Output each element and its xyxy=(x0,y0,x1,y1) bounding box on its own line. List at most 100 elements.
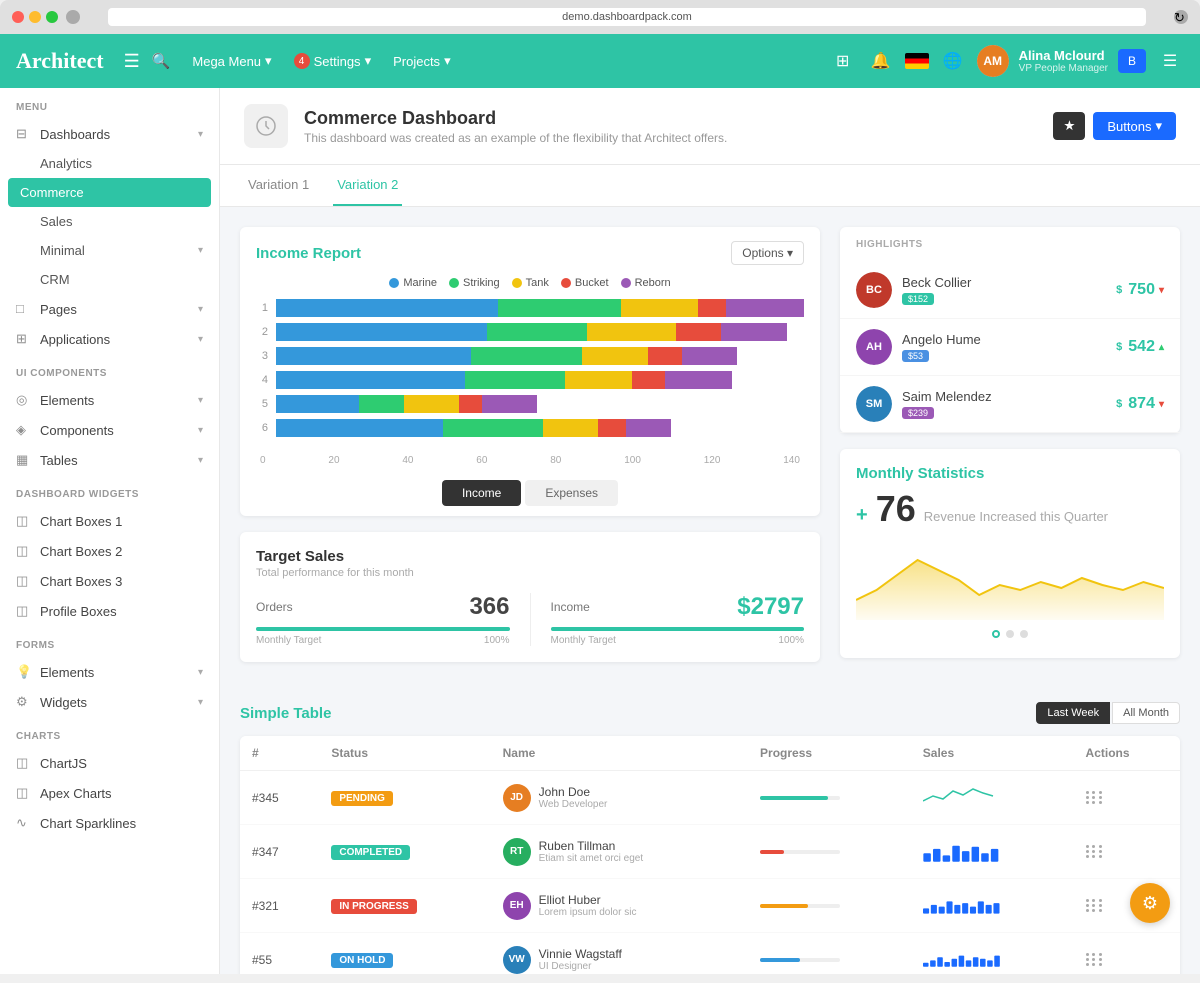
monthly-stats-number: + 76 Revenue Increased this Quarter xyxy=(856,488,1164,530)
filter-all-month[interactable]: All Month xyxy=(1112,702,1180,724)
pages-chevron: ▾ xyxy=(198,304,203,315)
options-button[interactable]: Options ▾ xyxy=(731,241,804,265)
sidebar-item-components[interactable]: ◈ Components ▾ xyxy=(0,415,219,445)
action-dot xyxy=(1086,801,1089,804)
person-cell: EH Elliot Huber Lorem ipsum dolor sic xyxy=(503,892,736,920)
sidebar-item-chart-boxes-2[interactable]: ◫ Chart Boxes 2 xyxy=(0,536,219,566)
action-grid[interactable] xyxy=(1086,845,1104,858)
income-report-card: Income Report Options ▾ Marine Striking xyxy=(240,227,820,516)
bar-rect xyxy=(946,901,952,913)
grid-icon[interactable]: ⊞ xyxy=(829,47,857,75)
gear-fab[interactable]: ⚙ xyxy=(1130,883,1170,923)
dashboards-icon: ⊟ xyxy=(16,126,32,142)
action-dot xyxy=(1086,953,1089,956)
elements-chevron: ▾ xyxy=(198,395,203,406)
tables-label: Tables xyxy=(40,453,78,468)
sidebar-item-elements[interactable]: ◎ Elements ▾ xyxy=(0,385,219,415)
person-avatar: JD xyxy=(503,784,531,812)
carousel-dot-2[interactable] xyxy=(1006,630,1014,638)
income-report-title: Income Report xyxy=(256,245,361,262)
bar-rect xyxy=(993,903,999,913)
sidebar-item-tables[interactable]: ▦ Tables ▾ xyxy=(0,445,219,475)
sidebar-item-analytics[interactable]: Analytics xyxy=(0,149,219,178)
chart-sparklines-label: Chart Sparklines xyxy=(40,816,136,831)
search-icon[interactable]: 🔍 xyxy=(152,52,171,70)
sidebar-item-crm[interactable]: CRM xyxy=(0,265,219,294)
person-role: Lorem ipsum dolor sic xyxy=(539,907,637,918)
table-row: #321IN PROGRESS EH Elliot Huber Lorem ip… xyxy=(240,879,1180,933)
sidebar-item-applications[interactable]: ⊞ Applications ▾ xyxy=(0,324,219,354)
toggle-expenses-button[interactable]: Expenses xyxy=(525,480,618,506)
settings-menu-item[interactable]: 4 Settings ▾ xyxy=(284,47,382,75)
action-dot xyxy=(1092,909,1095,912)
sidebar-item-chart-boxes-1[interactable]: ◫ Chart Boxes 1 xyxy=(0,506,219,536)
navbar-button[interactable]: B xyxy=(1118,49,1146,73)
bar-segment xyxy=(276,371,465,389)
sidebar-item-chart-boxes-3[interactable]: ◫ Chart Boxes 3 xyxy=(0,566,219,596)
bar-rect xyxy=(987,960,993,966)
dot-green xyxy=(46,11,58,23)
highlight-arrow-3: ▾ xyxy=(1159,399,1164,410)
orders-monthly-target: Monthly Target xyxy=(256,635,321,646)
action-grid[interactable] xyxy=(1086,953,1104,966)
carousel-dot-3[interactable] xyxy=(1020,630,1028,638)
sidebar-item-chart-sparklines[interactable]: ∿ Chart Sparklines xyxy=(0,808,219,838)
hamburger-right-icon[interactable]: ☰ xyxy=(1156,47,1184,75)
mega-menu-item[interactable]: Mega Menu ▾ xyxy=(182,47,281,75)
sidebar-item-chartjs[interactable]: ◫ ChartJS xyxy=(0,748,219,778)
browser-refresh-icon[interactable]: ↻ xyxy=(1174,10,1188,24)
bar-segment xyxy=(721,323,788,341)
action-grid[interactable] xyxy=(1086,791,1104,804)
sidebar-item-forms-elements[interactable]: 💡 Elements ▾ xyxy=(0,657,219,687)
flag-icon[interactable] xyxy=(905,53,929,69)
bar-rect xyxy=(942,855,950,861)
sidebar-item-profile-boxes[interactable]: ◫ Profile Boxes xyxy=(0,596,219,626)
person-avatar: RT xyxy=(503,838,531,866)
progress-bar xyxy=(760,958,840,962)
star-button[interactable]: ★ xyxy=(1053,112,1085,140)
sidebar-item-apex-charts[interactable]: ◫ Apex Charts xyxy=(0,778,219,808)
tab-variation2[interactable]: Variation 2 xyxy=(333,165,402,206)
sidebar-item-minimal[interactable]: Minimal ▾ xyxy=(0,236,219,265)
bar-row: 4 xyxy=(256,371,804,389)
sidebar-item-widgets[interactable]: ⚙ Widgets ▾ xyxy=(0,687,219,717)
chart-x-axis: 0 20 40 60 80 100 120 140 xyxy=(240,451,820,470)
monthly-stats-title: Monthly Statistics xyxy=(856,465,1164,482)
mini-chart xyxy=(923,781,1003,811)
toggle-income-button[interactable]: Income xyxy=(442,480,521,506)
dot-red xyxy=(12,11,24,23)
action-dot xyxy=(1092,850,1095,853)
action-grid[interactable] xyxy=(1086,899,1104,912)
legend-label-tank: Tank xyxy=(526,277,549,289)
bar-segment xyxy=(726,299,804,317)
cell-sales xyxy=(911,933,1074,975)
filter-last-week[interactable]: Last Week xyxy=(1036,702,1110,724)
action-dot xyxy=(1092,855,1095,858)
navbar-hamburger[interactable]: ☰ xyxy=(124,51,140,72)
bell-icon[interactable]: 🔔 xyxy=(867,47,895,75)
bar-rect xyxy=(962,903,968,913)
cell-sales xyxy=(911,771,1074,825)
globe-icon[interactable]: 🌐 xyxy=(939,47,967,75)
avatar[interactable]: AM xyxy=(977,45,1009,77)
app-container: Architect ☰ 🔍 Mega Menu ▾ 4 Settings ▾ P… xyxy=(0,34,1200,974)
bar-segment xyxy=(465,371,565,389)
legend-item-striking: Striking xyxy=(449,277,500,289)
bar-segment xyxy=(682,347,738,365)
tab-variation1[interactable]: Variation 1 xyxy=(244,165,313,206)
highlight-amount-3: $ 874 ▾ xyxy=(1116,395,1164,413)
tables-icon: ▦ xyxy=(16,452,32,468)
sidebar-item-sales[interactable]: Sales xyxy=(0,207,219,236)
sidebar-item-commerce[interactable]: Commerce xyxy=(8,178,211,207)
browser-url[interactable]: demo.dashboardpack.com xyxy=(108,8,1146,26)
page-title: Commerce Dashboard xyxy=(304,108,727,129)
sidebar-item-dashboards[interactable]: ⊟ Dashboards ▾ xyxy=(0,119,219,149)
legend-label-marine: Marine xyxy=(403,277,437,289)
chart-sparklines-icon: ∿ xyxy=(16,815,32,831)
buttons-button[interactable]: Buttons ▾ xyxy=(1093,112,1176,140)
cell-name: VW Vinnie Wagstaff UI Designer xyxy=(491,933,748,975)
bar-segment xyxy=(698,299,726,317)
carousel-dot-1[interactable] xyxy=(992,630,1000,638)
sidebar-item-pages[interactable]: □ Pages ▾ xyxy=(0,294,219,324)
projects-menu-item[interactable]: Projects ▾ xyxy=(383,47,461,75)
